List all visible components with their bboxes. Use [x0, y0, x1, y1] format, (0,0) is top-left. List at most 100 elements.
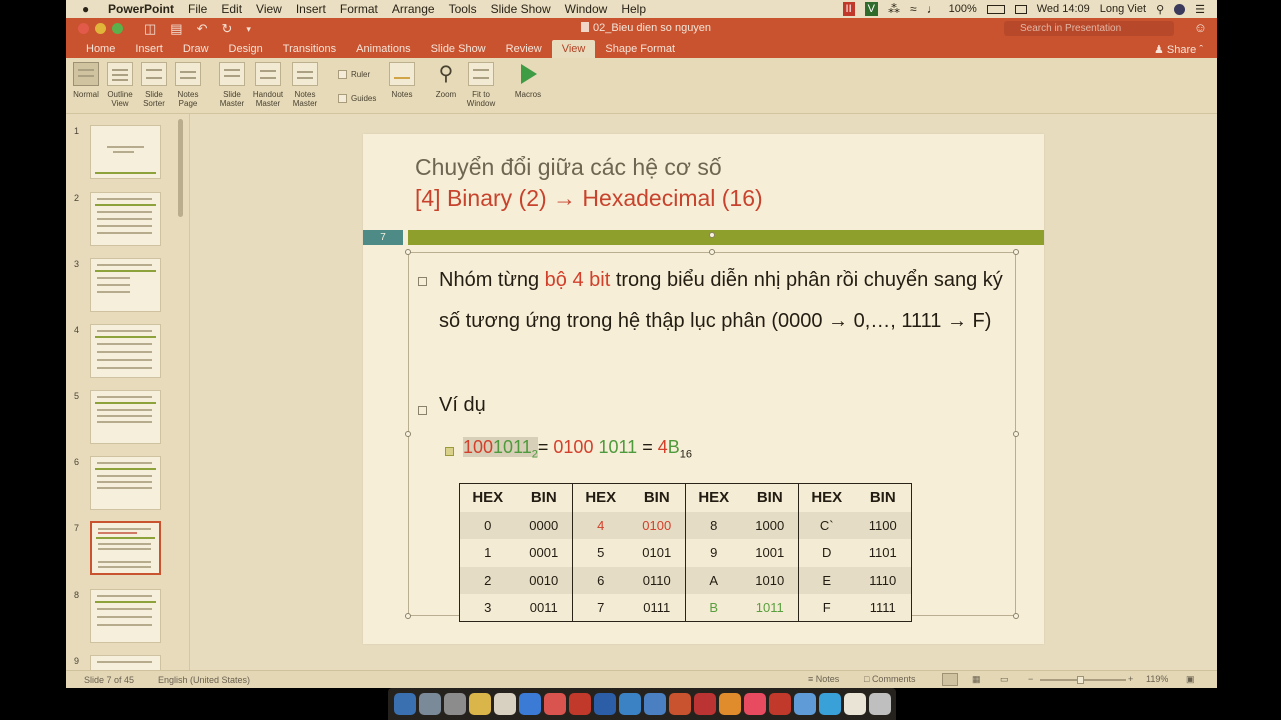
- fit-to-window-button[interactable]: Fit to Window: [461, 62, 501, 108]
- zalo-icon[interactable]: [619, 693, 641, 715]
- slide-thumbnail-6[interactable]: [90, 456, 161, 510]
- slide-subtitle[interactable]: [4] Binary (2) → Hexadecimal (16): [415, 185, 763, 212]
- slide-thumbnail-3[interactable]: [90, 258, 161, 312]
- tab-shape-format[interactable]: Shape Format: [595, 40, 685, 58]
- slide-master-button[interactable]: Slide Master: [212, 62, 252, 108]
- battery-icon[interactable]: [986, 4, 1005, 14]
- menu-app[interactable]: PowerPoint: [108, 2, 174, 16]
- sidebar-toggle-icon[interactable]: ◫: [144, 21, 156, 37]
- zoom-in-icon[interactable]: +: [1128, 674, 1133, 684]
- apple-icon[interactable]: ●: [82, 2, 96, 16]
- resize-handle-middle-left[interactable]: [405, 431, 411, 437]
- resize-handle-bottom-right[interactable]: [1013, 613, 1019, 619]
- zoom-out-icon[interactable]: −: [1028, 674, 1033, 684]
- zoom-slider-thumb[interactable]: [1077, 676, 1084, 684]
- menu-view[interactable]: View: [256, 2, 282, 16]
- feedback-smiley-icon[interactable]: ☺: [1194, 20, 1207, 35]
- safari-icon[interactable]: [519, 693, 541, 715]
- menu-window[interactable]: Window: [565, 2, 608, 16]
- slide-thumbnail-1[interactable]: [90, 125, 161, 179]
- text-document-icon[interactable]: [494, 693, 516, 715]
- language-indicator[interactable]: English (United States): [158, 675, 250, 685]
- slide-7[interactable]: Chuyển đổi giữa các hệ cơ số [4] Binary …: [363, 134, 1044, 644]
- tab-animations[interactable]: Animations: [346, 40, 420, 58]
- notes-page-button[interactable]: Notes Page: [168, 62, 208, 108]
- macros-button[interactable]: Macros: [508, 62, 548, 99]
- ruler-checkbox-box[interactable]: [338, 70, 347, 79]
- powerpoint-icon[interactable]: [669, 693, 691, 715]
- normal-view-status-button[interactable]: [942, 673, 958, 686]
- windows-app-icon[interactable]: [794, 693, 816, 715]
- record-icon[interactable]: II: [842, 2, 855, 16]
- hex-binary-table[interactable]: HEX BIN HEX BIN HEX BIN HEX BIN 0 0000 4…: [459, 483, 912, 622]
- menu-slide-show[interactable]: Slide Show: [491, 2, 551, 16]
- slide-title[interactable]: Chuyển đổi giữa các hệ cơ số: [415, 154, 722, 181]
- slide-sorter-status-icon[interactable]: ▦: [972, 674, 981, 685]
- wifi-icon[interactable]: ≈: [910, 2, 917, 16]
- menu-edit[interactable]: Edit: [221, 2, 242, 16]
- tab-home[interactable]: Home: [76, 40, 125, 58]
- resize-handle-top-right[interactable]: [1013, 249, 1019, 255]
- pdf-icon[interactable]: [694, 693, 716, 715]
- menu-help[interactable]: Help: [621, 2, 646, 16]
- customize-toolbar-icon[interactable]: ▾: [246, 21, 251, 37]
- guides-checkbox-box[interactable]: [338, 94, 347, 103]
- xcode-icon[interactable]: [644, 693, 666, 715]
- notes-toggle[interactable]: ≡ Notes: [808, 674, 839, 684]
- volume-icon[interactable]: ♩: [927, 2, 939, 16]
- comments-toggle[interactable]: □ Comments: [864, 674, 915, 684]
- chrome-icon[interactable]: [544, 693, 566, 715]
- notes-app-icon[interactable]: [469, 693, 491, 715]
- zoom-button[interactable]: ⚲ Zoom: [426, 62, 466, 99]
- notification-center-icon[interactable]: ☰: [1195, 3, 1205, 16]
- tab-transitions[interactable]: Transitions: [273, 40, 346, 58]
- user-name[interactable]: Long Viet: [1100, 3, 1146, 15]
- redo-icon[interactable]: ↻: [222, 21, 233, 37]
- guides-checkbox[interactable]: Guides: [338, 94, 376, 103]
- tab-insert[interactable]: Insert: [125, 40, 173, 58]
- system-preferences-icon[interactable]: [444, 693, 466, 715]
- trash-icon[interactable]: [869, 693, 891, 715]
- word-icon[interactable]: [594, 693, 616, 715]
- resize-handle-top-middle[interactable]: [709, 249, 715, 255]
- rotate-handle[interactable]: [709, 232, 715, 238]
- slide-thumbnail-2[interactable]: [90, 192, 161, 246]
- notes-master-button[interactable]: Notes Master: [285, 62, 325, 108]
- resize-handle-middle-right[interactable]: [1013, 431, 1019, 437]
- resize-handle-top-left[interactable]: [405, 249, 411, 255]
- slide-thumbnail-5[interactable]: [90, 390, 161, 444]
- search-field[interactable]: Search in Presentation: [1004, 21, 1174, 36]
- slide-thumbnail-9[interactable]: [90, 655, 161, 670]
- tab-design[interactable]: Design: [219, 40, 273, 58]
- slide-thumbnail-8[interactable]: [90, 589, 161, 643]
- video-call-icon[interactable]: [819, 693, 841, 715]
- display-icon[interactable]: [1014, 4, 1027, 14]
- selected-binary-text[interactable]: 10010112: [463, 437, 538, 461]
- save-icon[interactable]: ▤: [170, 21, 182, 37]
- downloads-folder-icon[interactable]: [844, 693, 866, 715]
- tab-draw[interactable]: Draw: [173, 40, 219, 58]
- slide-thumbnail-4[interactable]: [90, 324, 161, 378]
- filezilla-icon[interactable]: [569, 693, 591, 715]
- resize-handle-bottom-left[interactable]: [405, 613, 411, 619]
- thumbnails-scrollbar[interactable]: [178, 119, 183, 217]
- menu-tools[interactable]: Tools: [449, 2, 477, 16]
- share-button[interactable]: ♟ Share ˆ: [1154, 43, 1203, 56]
- siri-icon[interactable]: [1174, 3, 1186, 15]
- paragraph-group-4-bits[interactable]: Nhóm từng bộ 4 bit trong biểu diễn nhị p…: [439, 260, 1019, 342]
- clock[interactable]: Wed 14:09: [1037, 3, 1090, 15]
- ruler-checkbox[interactable]: Ruler: [338, 70, 370, 79]
- menu-arrange[interactable]: Arrange: [392, 2, 435, 16]
- reading-view-status-icon[interactable]: ▭: [1000, 674, 1009, 685]
- presentation-app-icon[interactable]: [769, 693, 791, 715]
- bolt-app-icon[interactable]: [719, 693, 741, 715]
- v-app-icon[interactable]: V: [864, 2, 879, 16]
- tab-review[interactable]: Review: [496, 40, 552, 58]
- launchpad-icon[interactable]: [419, 693, 441, 715]
- menu-insert[interactable]: Insert: [296, 2, 326, 16]
- notes-button[interactable]: Notes: [382, 62, 422, 99]
- menu-file[interactable]: File: [188, 2, 207, 16]
- zoom-level[interactable]: 119%: [1146, 674, 1168, 684]
- slide-thumbnail-7[interactable]: [90, 521, 161, 575]
- close-window-button[interactable]: [78, 23, 89, 34]
